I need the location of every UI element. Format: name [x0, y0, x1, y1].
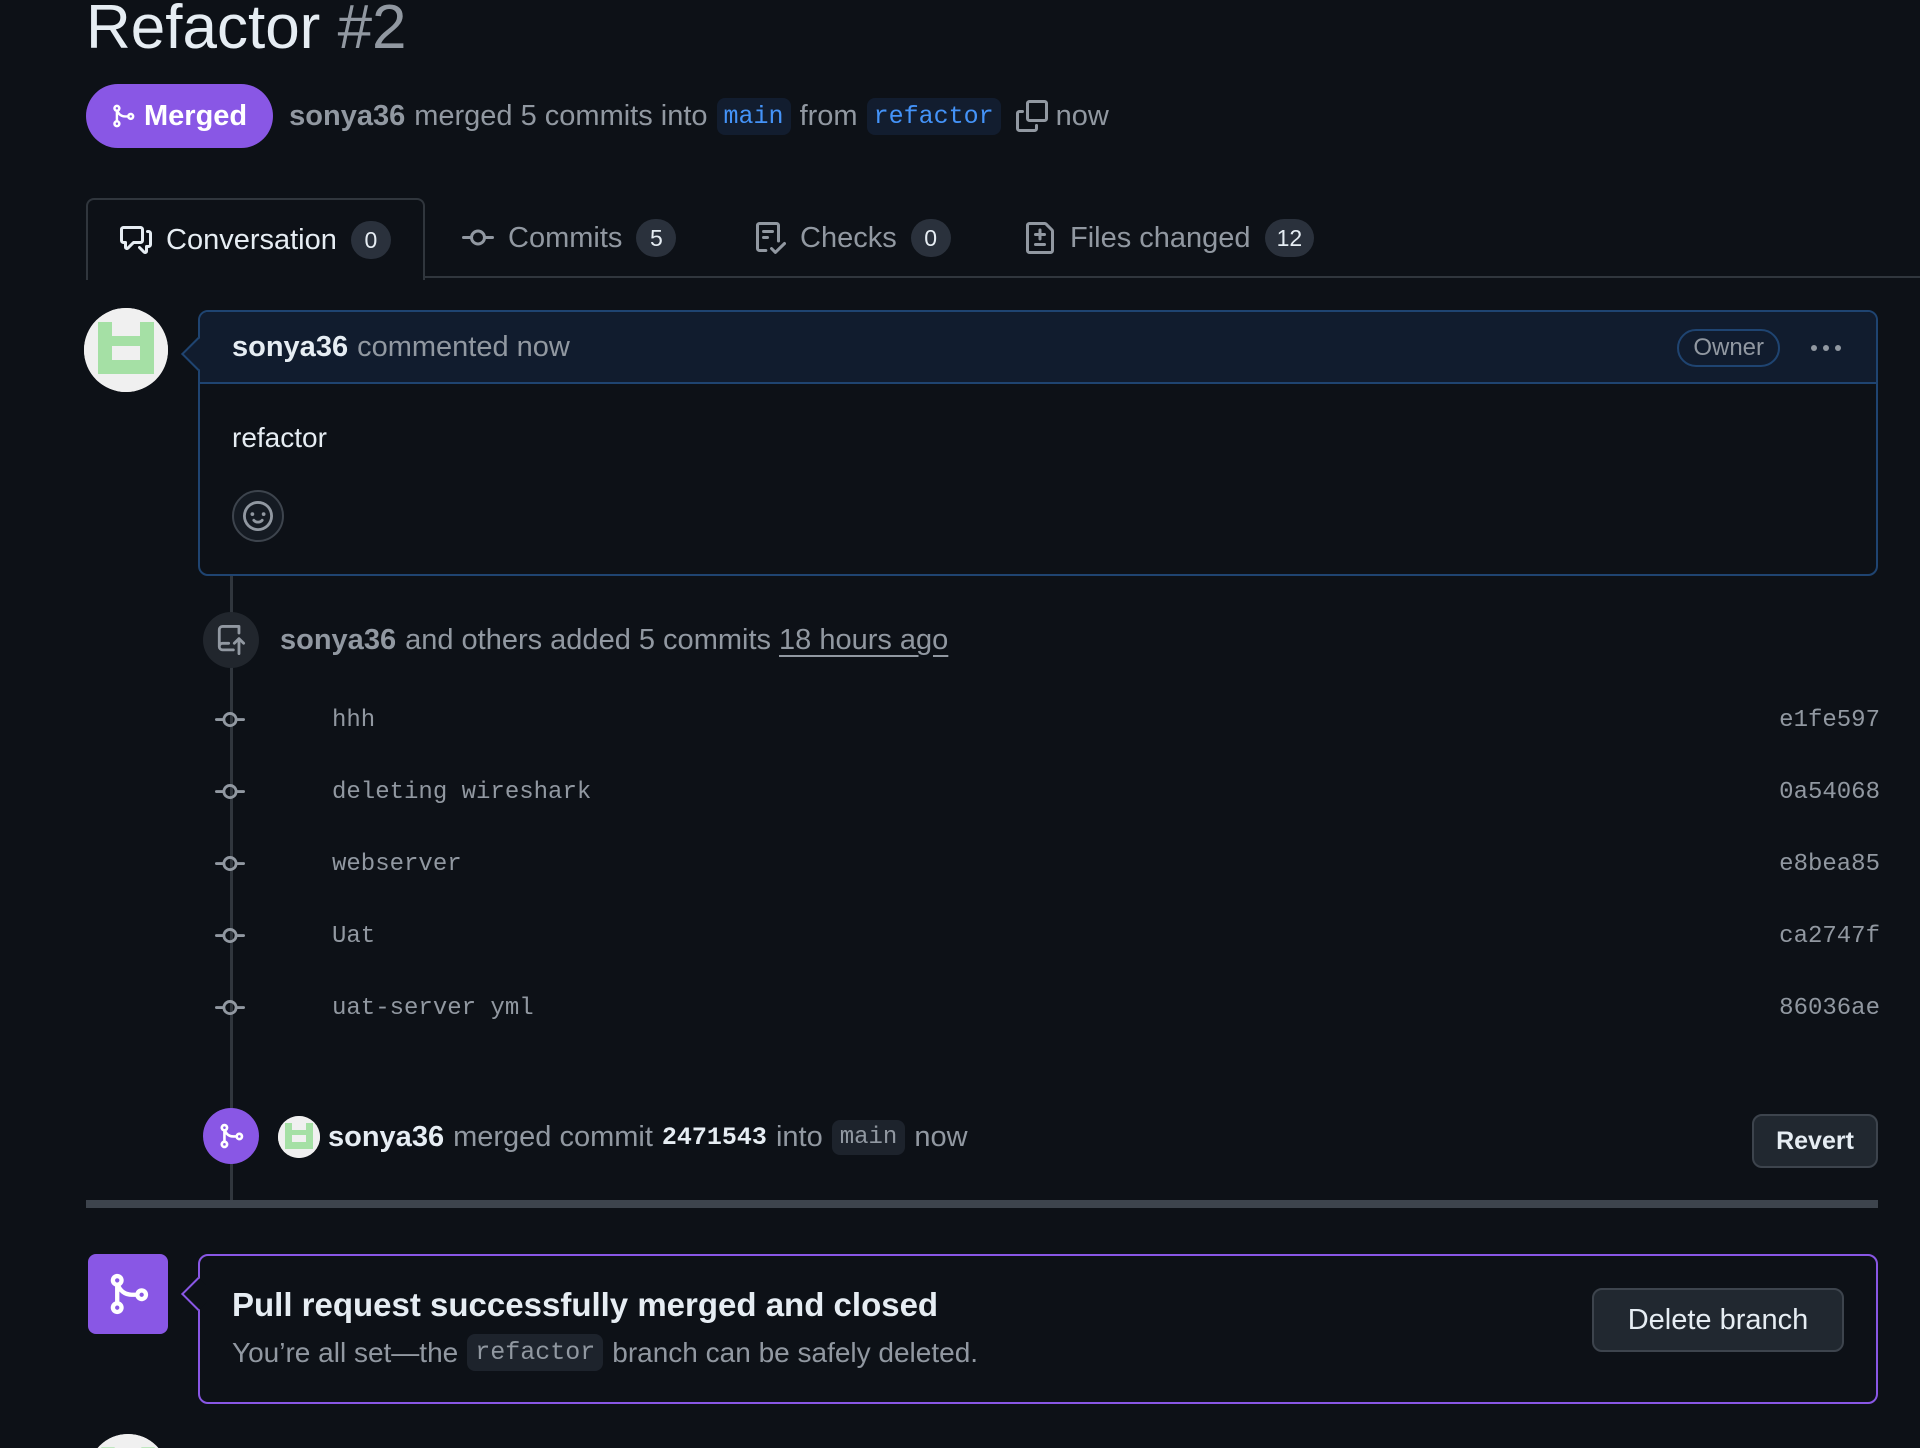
pr-title: Refactor #2: [86, 0, 407, 64]
commits-event: sonya36 and others added 5 commits 18 ho…: [280, 618, 948, 662]
kebab-menu-icon[interactable]: [1806, 334, 1846, 362]
tab-files-changed[interactable]: Files changed 12: [1024, 198, 1315, 278]
merged-state-label: Merged: [144, 99, 248, 132]
avatar[interactable]: [278, 1116, 320, 1158]
merged-sub-before: You’re all set—the: [232, 1336, 459, 1368]
merge-event: sonya36 merged commit 2471543 into main …: [278, 1110, 968, 1164]
commit-row: hhh e1fe597: [210, 700, 1880, 740]
pr-from-text: from: [799, 99, 858, 132]
commit-message[interactable]: hhh: [332, 707, 375, 734]
tab-checks-label: Checks: [800, 221, 897, 254]
merge-commit-sha[interactable]: 2471543: [662, 1123, 767, 1152]
tab-files-changed-count: 12: [1264, 219, 1315, 257]
tab-conversation-label: Conversation: [166, 223, 337, 256]
comment-body: refactor: [232, 422, 327, 453]
pr-author-link[interactable]: sonya36: [289, 100, 405, 133]
merge-event-branch[interactable]: main: [831, 1119, 906, 1155]
comment-header: sonya36 commented now Owner: [200, 312, 1876, 384]
pr-meta-row: Merged sonya36 merged 5 commits into mai…: [86, 84, 1109, 148]
copy-icon[interactable]: [1015, 100, 1048, 132]
base-branch-link[interactable]: main: [716, 97, 791, 135]
commit-sha[interactable]: ca2747f: [1779, 923, 1880, 950]
tab-commits-count: 5: [636, 219, 677, 257]
merge-event-author[interactable]: sonya36: [328, 1121, 444, 1154]
comment-author-link[interactable]: sonya36: [232, 331, 348, 364]
git-commit-icon: [462, 229, 494, 246]
merge-event-text: merged commit: [453, 1120, 653, 1153]
commit-sha[interactable]: 0a54068: [1779, 779, 1880, 806]
avatar[interactable]: [88, 1434, 168, 1448]
git-commit-icon: [210, 777, 250, 807]
tab-checks[interactable]: Checks 0: [754, 198, 951, 278]
git-commit-icon: [210, 849, 250, 879]
file-diff-icon: [1026, 222, 1054, 254]
commit-sha[interactable]: 86036ae: [1779, 995, 1880, 1022]
commit-sha[interactable]: e1fe597: [1779, 707, 1880, 734]
checklist-icon: [756, 222, 786, 254]
git-commit-icon: [210, 993, 250, 1023]
commit-message[interactable]: deleting wireshark: [332, 779, 591, 806]
git-merge-icon: [203, 1108, 259, 1164]
merged-sub-after: branch can be safely deleted.: [612, 1336, 979, 1368]
pr-title-text: Refactor: [86, 0, 321, 62]
merge-event-time: now: [914, 1120, 968, 1153]
tab-commits[interactable]: Commits 5: [462, 198, 677, 278]
commit-row: deleting wireshark 0a54068: [210, 772, 1880, 812]
commits-event-text: and others added 5 commits: [405, 623, 772, 656]
avatar[interactable]: [84, 308, 168, 392]
tab-files-changed-label: Files changed: [1070, 221, 1251, 254]
timeline-line: [230, 576, 233, 1200]
git-commit-icon: [210, 705, 250, 735]
commit-row: webserver e8bea85: [210, 844, 1880, 884]
tab-conversation-count: 0: [350, 221, 391, 259]
git-merge-icon: [113, 104, 135, 128]
commits-event-time[interactable]: 18 hours ago: [779, 624, 948, 657]
commit-row: uat-server yml 86036ae: [210, 988, 1880, 1028]
commits-event-author[interactable]: sonya36: [280, 624, 396, 657]
pr-merged-text: merged 5 commits into: [414, 99, 708, 132]
head-branch-link[interactable]: refactor: [866, 97, 1001, 135]
commit-message[interactable]: Uat: [332, 923, 375, 950]
tab-conversation[interactable]: Conversation 0: [86, 198, 425, 280]
tab-commits-label: Commits: [508, 221, 623, 254]
merge-event-into: into: [775, 1120, 823, 1153]
pr-number: #2: [337, 0, 407, 62]
owner-badge: Owner: [1677, 329, 1780, 367]
comment-action: commented now: [357, 330, 570, 363]
commit-sha[interactable]: e8bea85: [1779, 851, 1880, 878]
revert-button[interactable]: Revert: [1752, 1114, 1878, 1168]
tab-checks-count: 0: [910, 219, 951, 257]
commit-message[interactable]: uat-server yml: [332, 995, 534, 1022]
comment-discussion-icon: [120, 226, 152, 254]
commit-message[interactable]: webserver: [332, 851, 462, 878]
repo-push-icon: [203, 612, 259, 668]
merged-state-badge: Merged: [86, 84, 274, 148]
git-merge-icon: [88, 1254, 168, 1334]
timeline-divider: [86, 1200, 1878, 1208]
comment-box: sonya36 commented now Owner refactor: [198, 310, 1878, 576]
pr-time: now: [1055, 99, 1109, 132]
delete-branch-button[interactable]: Delete branch: [1592, 1288, 1844, 1352]
pr-tabs: Conversation 0 Commits 5 Checks 0 Files …: [86, 198, 1920, 280]
merged-sub-branch: refactor: [467, 1334, 604, 1371]
commit-row: Uat ca2747f: [210, 916, 1880, 956]
git-commit-icon: [210, 921, 250, 951]
smiley-icon[interactable]: [232, 490, 284, 542]
